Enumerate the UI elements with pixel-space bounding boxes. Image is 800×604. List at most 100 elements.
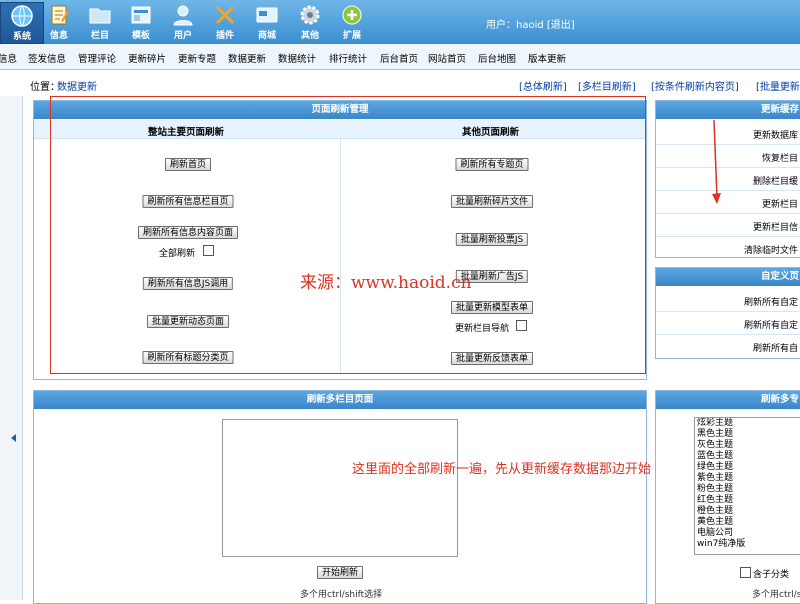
menu-item-topics[interactable]: 更新专题 (178, 51, 216, 65)
cache-panel-title: 更新缓存 (656, 101, 800, 119)
user-info: 用户：haoid [退出] (486, 16, 575, 31)
include-children-label: 含子分类 (753, 570, 790, 580)
logout-link[interactable]: [退出] (547, 20, 575, 31)
custom-row[interactable]: 刷新所有自定 (656, 312, 800, 335)
tool-label: 商城 (257, 31, 276, 41)
globe-icon (11, 5, 33, 27)
topic-option[interactable]: 电脑公司 (695, 528, 800, 539)
multi-category-panel: 刷新多栏目页面 开始刷新 多个用ctrl/shift选择 (33, 390, 647, 604)
plus-icon (342, 5, 362, 25)
cache-row-label[interactable]: 恢复栏目 (762, 151, 798, 164)
topic-option[interactable]: 炫彩主题 (695, 418, 800, 429)
custom-page-panel: 自定义页 刷新所有自定 刷新所有自定 刷新所有自 (655, 267, 800, 359)
source-watermark: 来源：www.haoid.cn (300, 273, 472, 293)
folder-icon (89, 8, 111, 24)
topic-panel-title: 刷新多专 (656, 391, 800, 409)
top-toolbar: 系统 信息 栏目 模板 用户 插件 商城 其他 扩展 用户：haoid [退出] (0, 0, 800, 44)
tool-label: 扩展 (342, 31, 361, 41)
custom-row-label[interactable]: 刷新所有自定 (744, 295, 798, 308)
menu-item-site-home[interactable]: 网站首页 (428, 51, 466, 65)
user-prefix: 用户： (486, 20, 516, 31)
template-icon (131, 6, 151, 24)
menu-item-fragments[interactable]: 更新碎片 (128, 51, 166, 65)
quick-link-overall[interactable]: [总体刷新] (519, 78, 567, 93)
notepad-icon (51, 5, 69, 25)
menu-item-version[interactable]: 版本更新 (528, 51, 566, 65)
quick-link-batch[interactable]: [批量更新 (756, 78, 800, 93)
include-children-checkbox[interactable] (740, 567, 751, 578)
tools-icon (215, 5, 235, 25)
topic-listbox[interactable]: 炫彩主题 黑色主题 灰色主题 蓝色主题 绿色主题 紫色主题 粉色主题 红色主题 … (694, 417, 800, 555)
cache-row[interactable]: 更新栏目信 (656, 214, 800, 237)
start-refresh-button[interactable]: 开始刷新 (316, 566, 364, 579)
tool-other[interactable]: 其他 (289, 2, 331, 42)
tool-extend[interactable]: 扩展 (331, 2, 373, 42)
cache-row[interactable]: 更新数据库 (656, 122, 800, 145)
annotation-frame (50, 96, 646, 374)
tool-label: 栏目 (90, 31, 109, 41)
tool-label: 信息 (49, 31, 68, 41)
tool-label: 用户 (173, 31, 192, 41)
topic-option[interactable]: 红色主题 (695, 495, 800, 506)
tool-template[interactable]: 模板 (120, 2, 162, 42)
menu-item-data-update[interactable]: 数据更新 (228, 51, 266, 65)
custom-row-label[interactable]: 刷新所有自 (753, 341, 798, 354)
topic-option[interactable]: 灰色主题 (695, 440, 800, 451)
topic-select-hint: 多个用ctrl/sh (752, 590, 800, 600)
cache-row[interactable]: 删除栏目缓 (656, 168, 800, 191)
multi-select-hint: 多个用ctrl/shift选择 (300, 590, 383, 600)
tool-shop[interactable]: 商城 (246, 2, 288, 42)
custom-row[interactable]: 刷新所有自 (656, 335, 800, 357)
topic-panel: 刷新多专 炫彩主题 黑色主题 灰色主题 蓝色主题 绿色主题 紫色主题 粉色主题 … (655, 390, 800, 604)
cache-row-label[interactable]: 更新栏目信 (753, 220, 798, 233)
location-link[interactable]: 数据更新 (57, 78, 97, 93)
menu-item-sign[interactable]: 签发信息 (28, 51, 66, 65)
custom-panel-title: 自定义页 (656, 268, 800, 286)
username: haoid (516, 20, 544, 31)
category-listbox[interactable] (222, 419, 458, 557)
topic-option[interactable]: 黑色主题 (695, 429, 800, 440)
gear-icon (300, 5, 320, 25)
location-row: 位置： 数据更新 [总体刷新] [多栏目刷新] [按条件刷新内容页] [批量更新 (0, 76, 800, 93)
collapse-arrow-icon[interactable] (11, 434, 16, 442)
quick-link-multi-category[interactable]: [多栏目刷新] (578, 78, 636, 93)
custom-row[interactable]: 刷新所有自定 (656, 289, 800, 312)
cache-row[interactable]: 清除临时文件 (656, 237, 800, 259)
topic-option[interactable]: 黄色主题 (695, 517, 800, 528)
cache-row-label[interactable]: 清除临时文件 (744, 243, 798, 256)
multi-panel-title: 刷新多栏目页面 (34, 391, 646, 409)
tool-plugin[interactable]: 插件 (204, 2, 246, 42)
tool-label: 系统 (12, 32, 31, 42)
topic-option[interactable]: 蓝色主题 (695, 451, 800, 462)
card-icon (256, 7, 278, 23)
menu-item-comments[interactable]: 管理评论 (78, 51, 116, 65)
topic-option[interactable]: win7纯净版 (695, 539, 800, 550)
topic-option[interactable]: 粉色主题 (695, 484, 800, 495)
menu-item-statistics[interactable]: 数据统计 (278, 51, 316, 65)
custom-row-label[interactable]: 刷新所有自定 (744, 318, 798, 331)
cache-row-label[interactable]: 更新栏目 (762, 197, 798, 210)
tool-label: 插件 (215, 31, 234, 41)
menu-item-admin-map[interactable]: 后台地图 (478, 51, 516, 65)
tool-user[interactable]: 用户 (162, 2, 204, 42)
cache-row[interactable]: 更新栏目 (656, 191, 800, 214)
cache-row-label[interactable]: 更新数据库 (753, 128, 798, 141)
menu-item-ranking[interactable]: 排行统计 (329, 51, 367, 65)
tool-info[interactable]: 信息 (38, 2, 80, 42)
location-label: 位置： (30, 82, 60, 93)
quick-link-conditional[interactable]: [按条件刷新内容页] (651, 78, 739, 93)
topic-option[interactable]: 橙色主题 (695, 506, 800, 517)
cache-row-label[interactable]: 删除栏目缓 (753, 174, 798, 187)
topic-option[interactable]: 绿色主题 (695, 462, 800, 473)
menu-bar: 信息 签发信息 管理评论 更新碎片 更新专题 数据更新 数据统计 排行统计 后台… (0, 44, 800, 70)
tool-category[interactable]: 栏目 (79, 2, 121, 42)
cache-panel: 更新缓存 更新数据库 恢复栏目 删除栏目缓 更新栏目 更新栏目信 清除临时文件 (655, 100, 800, 258)
annotation-arrow-icon (712, 119, 721, 204)
topic-option[interactable]: 紫色主题 (695, 473, 800, 484)
cache-row[interactable]: 恢复栏目 (656, 145, 800, 168)
tool-label: 模板 (131, 31, 150, 41)
annotation-text: 这里面的全部刷新一遍，先从更新缓存数据那边开始 (352, 462, 652, 477)
menu-item-admin-home[interactable]: 后台首页 (380, 51, 418, 65)
tool-label: 其他 (300, 31, 319, 41)
menu-item-info[interactable]: 信息 (0, 51, 17, 65)
